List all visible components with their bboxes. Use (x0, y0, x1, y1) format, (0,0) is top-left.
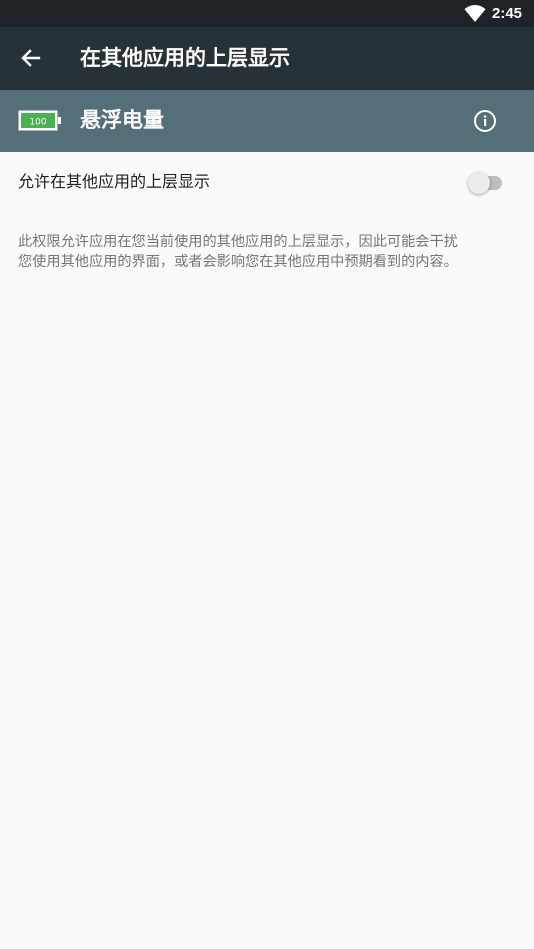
app-bar: 在其他应用的上层显示 (0, 27, 534, 90)
wifi-icon (464, 5, 486, 22)
overlay-permission-row[interactable]: 允许在其他应用的上层显示 (0, 152, 534, 214)
permission-description: 此权限允许应用在您当前使用的其他应用的上层显示，因此可能会干扰 您使用其他应用的… (18, 232, 518, 272)
app-name: 悬浮电量 (80, 108, 164, 132)
page-title: 在其他应用的上层显示 (80, 46, 290, 70)
overlay-permission-label: 允许在其他应用的上层显示 (18, 172, 211, 191)
battery-icon-text: 100 (29, 118, 46, 128)
status-time: 2:45 (492, 5, 523, 22)
info-icon[interactable] (472, 108, 498, 134)
overlay-permission-toggle[interactable] (466, 170, 506, 196)
battery-100-icon: 100 (18, 110, 61, 131)
description-line: 此权限允许应用在您当前使用的其他应用的上层显示，因此可能会干扰 (18, 234, 458, 250)
status-bar: 2:45 (0, 0, 534, 27)
arrow-back-icon[interactable] (17, 44, 45, 72)
description-line: 您使用其他应用的界面，或者会影响您在其他应用中预期看到的内容。 (18, 254, 458, 270)
toggle-thumb (468, 172, 490, 194)
app-header: 100 悬浮电量 (0, 90, 534, 152)
